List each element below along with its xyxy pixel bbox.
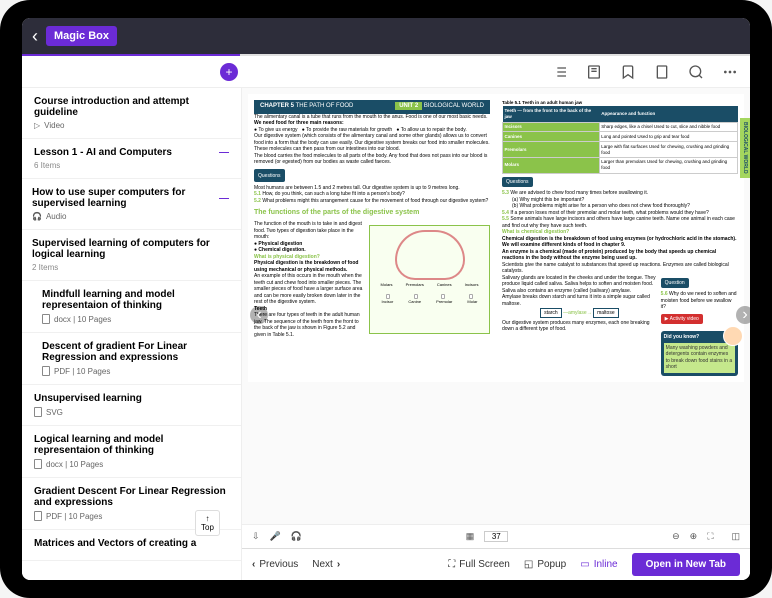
vertical-tab: BIOLOGICAL WORLD: [740, 118, 751, 178]
open-new-tab-button[interactable]: Open in New Tab: [632, 553, 740, 576]
sidebar-item[interactable]: Mindfull learning and model representaio…: [22, 281, 241, 333]
mic-icon[interactable]: 🎤: [270, 531, 281, 542]
page-icon[interactable]: [654, 64, 670, 80]
teeth-table: Teeth — from the front to the back of th…: [502, 106, 738, 174]
next-button[interactable]: Next ›: [312, 559, 340, 570]
popup-button[interactable]: ◱ Popup: [524, 559, 566, 570]
file-icon: [42, 314, 50, 324]
prev-button[interactable]: ‹ Previous: [252, 559, 298, 570]
sidebar-lesson1[interactable]: Lesson 1 - AI and Computers— 6 Items: [22, 139, 241, 179]
sidebar-item[interactable]: Unsupervised learning SVG: [22, 385, 241, 426]
toolbar: +: [22, 56, 750, 88]
sidebar-item[interactable]: Logical learning and model representaion…: [22, 426, 241, 478]
sidebar: Course introduction and attempt guidelin…: [22, 88, 242, 580]
top-bar: ‹ Magic Box: [22, 18, 750, 54]
zoom-out-icon[interactable]: ⊖: [672, 531, 680, 542]
did-you-know: Did you know? Many washing powders and d…: [661, 331, 738, 376]
page-next-icon[interactable]: ›: [736, 306, 750, 324]
chapter-header: CHAPTER 5 THE PATH OF FOOD UNIT 2 BIOLOG…: [254, 100, 490, 114]
page-prev-icon[interactable]: ‹: [250, 306, 268, 324]
to-top-button[interactable]: ↑Top: [195, 510, 220, 536]
headphones-icon[interactable]: 🎧: [291, 531, 302, 542]
add-button[interactable]: +: [220, 63, 238, 81]
fullscreen-button[interactable]: ⛶ Full Screen: [448, 559, 510, 570]
avatar-icon: [723, 326, 743, 346]
sidebar-item[interactable]: Descent of gradient For Linear Regressio…: [22, 333, 241, 385]
list-icon[interactable]: [552, 64, 568, 80]
thumbnails-icon[interactable]: ▦: [466, 531, 475, 542]
search-icon[interactable]: [688, 64, 704, 80]
bookmark-icon[interactable]: [620, 64, 636, 80]
fit-icon[interactable]: ⛶: [707, 531, 713, 542]
collapse-icon[interactable]: —: [219, 147, 229, 158]
logo: Magic Box: [46, 26, 117, 46]
section-title: The functions of the parts of the digest…: [254, 208, 490, 217]
activity-video-link[interactable]: ▶ Activity video: [661, 314, 703, 325]
download-icon[interactable]: ⇩: [252, 531, 260, 542]
page-input[interactable]: [484, 531, 508, 542]
content-area: ‹ › CHAPTER 5 THE PATH OF FOOD UNIT 2 BI…: [242, 88, 750, 580]
back-icon[interactable]: ‹: [32, 26, 38, 47]
sidebar-intro[interactable]: Course introduction and attempt guidelin…: [22, 88, 241, 139]
two-page-icon[interactable]: ◫: [732, 531, 741, 542]
inline-button[interactable]: ▭ Inline: [580, 559, 617, 570]
notes-icon[interactable]: [586, 64, 602, 80]
bottom-bar: ‹ Previous Next › ⛶ Full Screen ◱ Popup …: [242, 548, 750, 580]
sidebar-item[interactable]: How to use super computers for supervise…: [22, 179, 241, 230]
doc-toolbar: ⇩ 🎤 🎧 ▦ ⊖ ⊕ ⛶ ◫: [242, 524, 750, 548]
sidebar-item[interactable]: Supervised learning of computers for log…: [22, 230, 241, 281]
teeth-diagram: MolarsPremolarsCaninesIncisors IncisorCa…: [369, 225, 490, 334]
zoom-in-icon[interactable]: ⊕: [690, 531, 698, 542]
more-icon[interactable]: [722, 64, 738, 80]
